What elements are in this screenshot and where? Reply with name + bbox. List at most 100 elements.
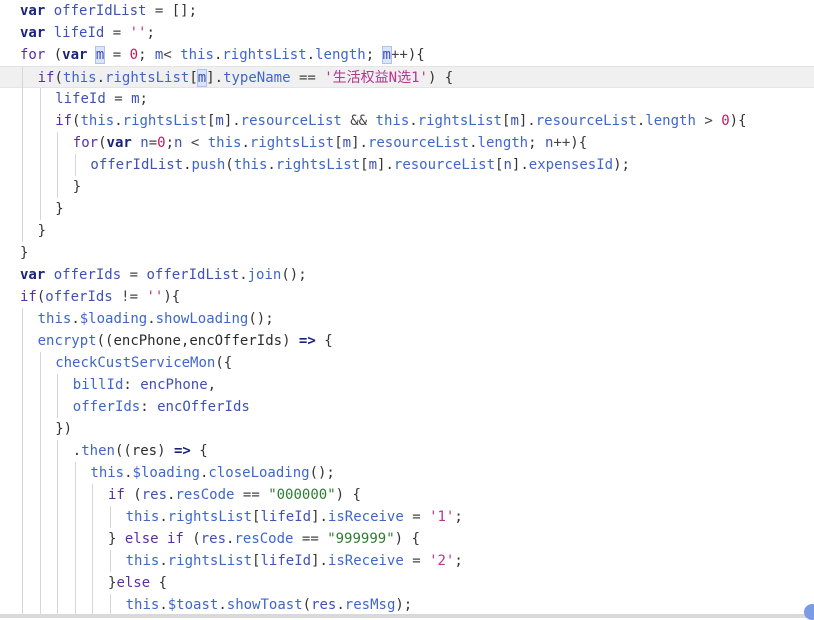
code-line[interactable]: this.$toast.showToast(res.resMsg); (0, 594, 814, 616)
code-text: }else { (108, 572, 167, 594)
code-line[interactable]: this.$loading.closeLoading(); (0, 462, 814, 484)
code-token: for (72, 135, 99, 151)
indent-guide (39, 506, 41, 528)
code-token: ) { (427, 70, 454, 86)
code-text: checkCustServiceMon({ (55, 352, 232, 374)
code-line[interactable]: offerIds: encOfferIds (0, 396, 814, 418)
code-token: != (112, 289, 147, 305)
code-line[interactable]: if(offerIds != ''){ (0, 286, 814, 308)
code-line[interactable]: if(this.rightsList[m].resourceList && th… (0, 110, 814, 132)
code-token: rightsList (222, 47, 307, 63)
code-token: . (336, 597, 345, 613)
indent-guide (39, 110, 41, 132)
indent-guide (57, 440, 59, 462)
code-token: > (695, 113, 722, 129)
code-text: }) (55, 418, 72, 440)
code-line[interactable]: this.rightsList[lifeId].isReceive = '2'; (0, 550, 814, 572)
code-token: . (218, 597, 227, 613)
code-token: ]. (311, 509, 328, 525)
code-line[interactable]: } (0, 176, 814, 198)
code-token: '' (129, 25, 147, 41)
indent-guide (22, 572, 23, 594)
indent-guide (39, 594, 41, 616)
horizontal-scrollbar[interactable] (0, 614, 814, 618)
code-token: = (403, 553, 430, 569)
code-line[interactable]: } (0, 198, 814, 220)
code-token: "000000" (268, 487, 336, 503)
code-line[interactable]: } else if (res.resCode == "999999") { (0, 528, 814, 550)
indent-guide (57, 506, 59, 528)
code-token: ( (183, 531, 201, 547)
code-token: var (62, 47, 88, 63)
code-line[interactable]: for(var n=0;n < this.rightsList[m].resou… (0, 132, 814, 154)
code-token: && (341, 113, 376, 129)
code-token: rightsList (122, 113, 207, 129)
code-line[interactable]: this.rightsList[lifeId].isReceive = '1'; (0, 506, 814, 528)
code-editor[interactable]: var offerIdList = []; var lifeId = ''; for… (0, 0, 814, 618)
code-line[interactable]: checkCustServiceMon({ (0, 352, 814, 374)
code-token: => (298, 333, 316, 349)
code-token: encPhone (113, 333, 181, 349)
code-text: if (res.resCode == "000000") { (108, 484, 361, 506)
code-token: resCode (234, 531, 294, 547)
code-token: encOfferIds (189, 333, 283, 349)
selected-occurrence: m (196, 69, 208, 87)
code-token: = (148, 135, 158, 151)
code-token: == (290, 70, 325, 86)
code-line[interactable]: }else { (0, 572, 814, 594)
code-token: (); (248, 311, 274, 327)
code-line[interactable]: if(this.rightsList[m].typeName == '生活权益N… (0, 66, 814, 89)
indent-guide (39, 176, 41, 198)
code-line[interactable]: for (var m = 0; m< this.rightsList.lengt… (0, 44, 814, 66)
code-token: $toast (167, 597, 219, 613)
code-line[interactable]: }) (0, 418, 814, 440)
indent-guide (22, 396, 23, 418)
code-line[interactable]: var offerIds = offerIdList.join(); (0, 264, 814, 286)
code-token: ++ (553, 135, 571, 151)
code-text: encrypt((encPhone,encOfferIds) => { (38, 330, 333, 352)
code-token: 0 (157, 135, 166, 151)
code-token: this (80, 113, 115, 129)
code-line[interactable]: offerIdList.push(this.rightsList[m].reso… (0, 154, 814, 176)
code-token: isReceive (327, 553, 404, 569)
code-line[interactable]: .then((res) => { (0, 440, 814, 462)
code-token: "999999" (327, 531, 395, 547)
code-line[interactable]: billId: encPhone, (0, 374, 814, 396)
code-text: this.$loading.showLoading(); (38, 308, 274, 330)
code-token: offerIdList (53, 3, 147, 19)
code-token: }) (55, 421, 73, 437)
code-token: . (96, 70, 106, 86)
code-token: ( (54, 70, 63, 86)
code-line[interactable]: encrypt((encPhone,encOfferIds) => { (0, 330, 814, 352)
code-text: } (55, 198, 63, 220)
code-token: == (234, 487, 269, 503)
code-token: . (469, 135, 478, 151)
code-token: = (104, 25, 130, 41)
code-line[interactable]: var offerIdList = []; (0, 0, 814, 22)
code-line[interactable]: lifeId = m; (0, 88, 814, 110)
code-token: [ (189, 70, 198, 86)
code-line[interactable]: if (res.resCode == "000000") { (0, 484, 814, 506)
indent-guide (22, 462, 23, 484)
code-token: typeName (223, 70, 291, 86)
code-token: '生活权益N选1' (324, 70, 428, 86)
code-token: ) { (394, 531, 420, 547)
code-token: ; (528, 135, 545, 151)
code-token: resMsg (344, 597, 396, 613)
code-token: ( (98, 135, 107, 151)
code-token: 0 (129, 47, 139, 63)
code-line[interactable]: this.$loading.showLoading(); (0, 308, 814, 330)
code-token: this (125, 597, 160, 613)
code-token: ); (395, 597, 413, 613)
code-token: } (37, 223, 47, 239)
code-token: ; (365, 47, 383, 63)
code-line[interactable]: } (0, 220, 814, 242)
code-token: } (108, 531, 125, 547)
indent-guide (22, 374, 23, 396)
code-line[interactable]: var lifeId = ''; (0, 22, 814, 44)
code-token: ) (282, 333, 299, 349)
code-token: ){ (163, 289, 181, 305)
indent-guide (39, 418, 41, 440)
code-line[interactable]: } (0, 242, 814, 264)
